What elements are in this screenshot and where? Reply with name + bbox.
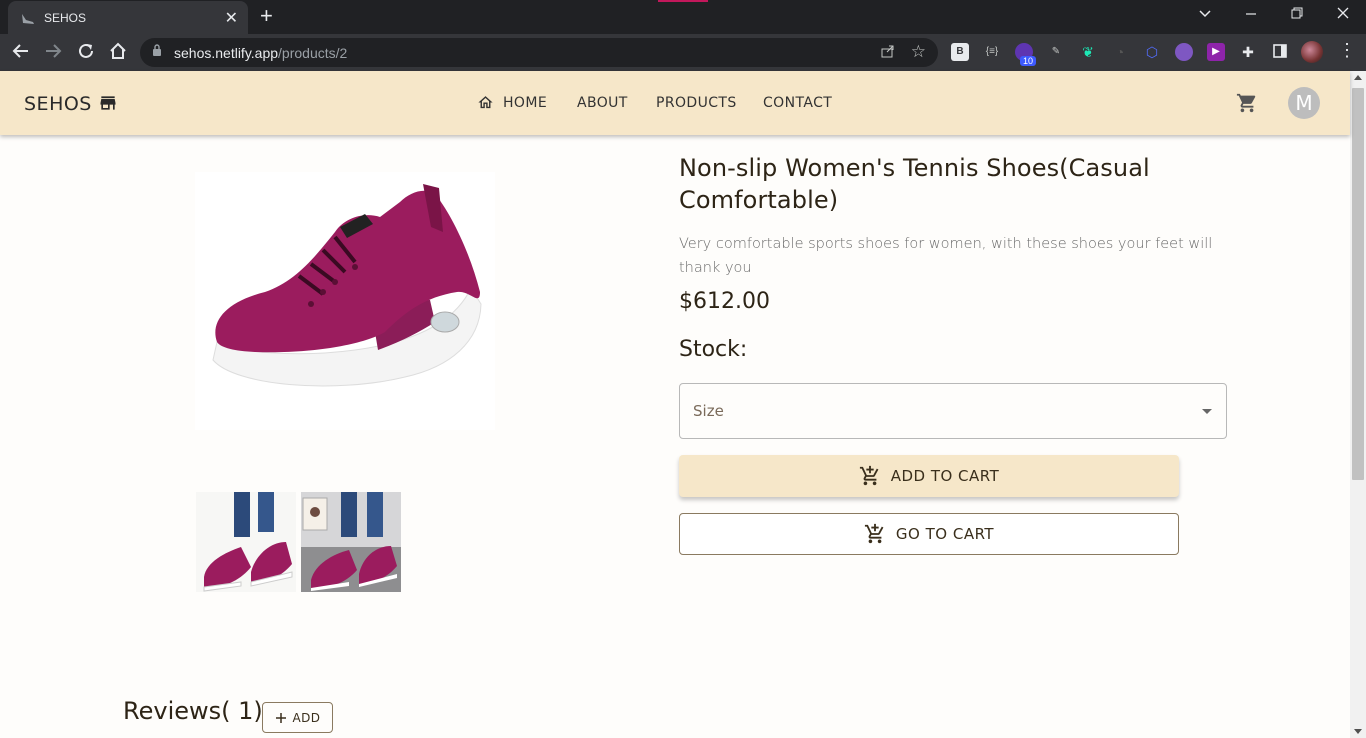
product-thumbnail-1[interactable] (196, 492, 296, 592)
size-select-label: Size (693, 402, 724, 420)
extensions-puzzle-icon[interactable]: ✚ (1239, 43, 1257, 61)
nav-about[interactable]: ABOUT (577, 95, 628, 111)
browser-toolbar: sehos.netlify.app/products/2 ☆ B {≡} 10 … (0, 34, 1366, 71)
tab-search-icon[interactable] (1198, 6, 1212, 23)
brand-logo[interactable]: SEHOS (24, 93, 92, 115)
minimize-icon[interactable] (1244, 6, 1258, 23)
close-window-icon[interactable] (1336, 6, 1350, 23)
go-to-cart-label: GO TO CART (895, 525, 995, 543)
home-browser-icon[interactable] (109, 42, 127, 65)
extension-bird-icon[interactable]: ❦ (1079, 43, 1097, 61)
store-icon (98, 93, 118, 118)
extension-pill-icon[interactable] (1175, 43, 1193, 61)
go-to-cart-button[interactable]: GO TO CART (679, 513, 1179, 555)
browser-menu-icon[interactable]: ⋮ (1338, 40, 1356, 61)
extension-hex-icon[interactable]: ⬡ (1143, 43, 1161, 61)
page-scrollbar[interactable] (1350, 71, 1366, 738)
forward-icon[interactable] (44, 42, 62, 65)
add-review-button[interactable]: ADD (262, 702, 333, 733)
shopping-cart-icon[interactable] (1236, 92, 1258, 119)
share-icon[interactable] (880, 43, 896, 63)
user-avatar[interactable]: M (1288, 87, 1320, 119)
extension-pen-icon[interactable]: ✎ (1047, 43, 1065, 61)
add-shopping-cart-icon (859, 465, 879, 486)
add-review-label: ADD (292, 710, 321, 725)
reviews-heading: Reviews( 1) (123, 697, 263, 725)
product-title: Non-slip Women's Tennis Shoes(Casual Com… (679, 154, 1150, 214)
add-to-cart-button[interactable]: ADD TO CART (679, 455, 1179, 497)
nav-home[interactable]: HOME (503, 95, 547, 111)
side-panel-icon[interactable] (1271, 43, 1289, 61)
address-bar[interactable]: sehos.netlify.app/products/2 ☆ (140, 38, 938, 67)
plus-icon (275, 712, 286, 723)
reload-icon[interactable] (77, 42, 95, 65)
extension-json-icon[interactable]: {≡} (983, 43, 1001, 61)
browser-tab[interactable]: SEHOS ✕ (8, 1, 248, 34)
nav-products[interactable]: PRODUCTS (656, 95, 737, 111)
scroll-up-arrow-icon[interactable] (1354, 75, 1362, 80)
stock-label: Stock: (679, 337, 748, 362)
bookmark-star-icon[interactable]: ☆ (911, 42, 926, 62)
nav-contact[interactable]: CONTACT (763, 95, 832, 111)
add-shopping-cart-icon (864, 523, 884, 544)
browser-tab-bar: SEHOS ✕ + (0, 0, 1366, 34)
scroll-down-arrow-icon[interactable] (1354, 729, 1362, 734)
scrollbar-thumb[interactable] (1352, 88, 1364, 480)
extension-play-icon[interactable]: ▶ (1207, 43, 1225, 61)
recording-indicator (658, 0, 708, 2)
extension-circle-icon[interactable]: ◔ (1111, 43, 1129, 61)
product-description: Very comfortable sports shoes for women,… (679, 236, 1213, 276)
restore-icon[interactable] (1290, 6, 1304, 23)
add-to-cart-label: ADD TO CART (890, 467, 1000, 485)
extension-b-icon[interactable]: B (951, 43, 969, 61)
dropdown-arrow-icon (1202, 409, 1212, 414)
product-price: $612.00 (679, 289, 770, 314)
lock-icon (153, 44, 161, 56)
back-icon[interactable] (12, 42, 30, 65)
tab-title: SEHOS (44, 11, 87, 25)
site-header: SEHOS HOME ABOUT PRODUCTS CONTACT M (0, 71, 1350, 135)
product-main-image (195, 172, 495, 430)
size-select[interactable]: Size (679, 383, 1227, 439)
shoe-favicon-icon (20, 10, 36, 26)
url-text: sehos.netlify.app/products/2 (174, 45, 348, 61)
new-tab-icon[interactable]: + (260, 5, 273, 27)
profile-avatar[interactable] (1301, 41, 1323, 63)
product-thumbnail-2[interactable] (301, 492, 401, 592)
extension-badge: 10 (1020, 56, 1037, 66)
close-tab-icon[interactable]: ✕ (225, 8, 238, 28)
home-icon (477, 94, 494, 116)
